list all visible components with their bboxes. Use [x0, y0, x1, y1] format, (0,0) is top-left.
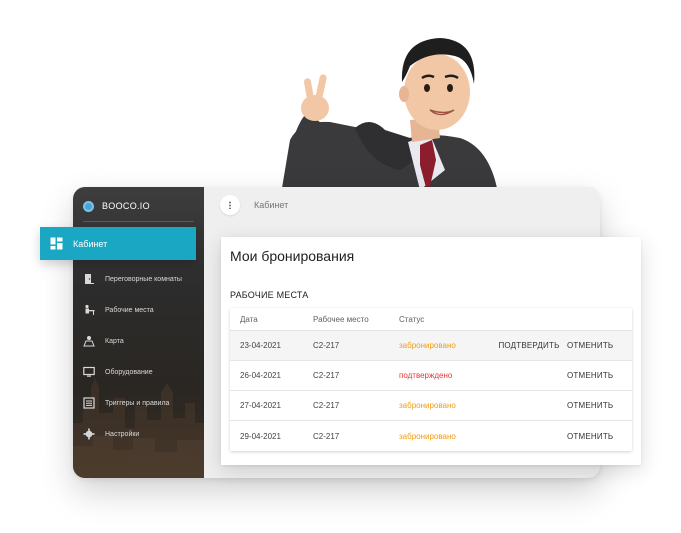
breadcrumb: Кабинет: [254, 200, 289, 210]
sidebar-item-label: Переговорные комнаты: [105, 275, 182, 283]
top-bar: Кабинет: [204, 187, 600, 223]
map-icon: [83, 336, 95, 347]
businessman-illustration: [280, 38, 500, 200]
sidebar-item-label: Оборудование: [105, 368, 153, 376]
booking-date: 23-04-2021: [240, 341, 281, 350]
sidebar-item-label: Настройки: [105, 430, 140, 438]
sidebar-item-triggers[interactable]: Триггеры и правила: [83, 393, 169, 413]
booking-date: 29-04-2021: [240, 431, 281, 441]
cancel-button[interactable]: ОТМЕНИТЬ: [567, 371, 632, 380]
brand[interactable]: BOOCO.IO: [83, 197, 150, 215]
cancel-button[interactable]: ОТМЕНИТЬ: [567, 341, 632, 350]
bookings-table: Дата Рабочее место Статус 23-04-2021 C2-…: [230, 308, 632, 451]
sidebar-item-label: Кабинет: [73, 238, 108, 249]
sidebar-item-workplaces[interactable]: Рабочие места: [83, 300, 154, 320]
confirm-button[interactable]: ПОДТВЕРДИТЬ: [491, 341, 567, 350]
sidebar-item-label: Карта: [105, 337, 124, 345]
column-header-place: Рабочее место: [313, 314, 369, 324]
section-title: РАБОЧИЕ МЕСТА: [230, 290, 309, 300]
booking-date: 27-04-2021: [240, 401, 281, 410]
booking-place: C2-217: [313, 371, 340, 380]
booking-place: C2-217: [313, 401, 340, 410]
booking-place: C2-217: [313, 431, 340, 441]
sidebar-item-settings[interactable]: Настройки: [83, 424, 139, 444]
bookings-card: Мои бронирования РАБОЧИЕ МЕСТА Дата Рабо…: [221, 237, 641, 465]
more-menu-button[interactable]: [220, 195, 240, 215]
dashboard-icon: [50, 237, 63, 250]
column-header-date: Дата: [240, 314, 258, 324]
sidebar-item-cabinet[interactable]: Кабинет: [40, 227, 196, 260]
more-vert-icon: [229, 201, 231, 209]
table-row: 23-04-2021 C2-217 забронировано ПОДТВЕРД…: [230, 331, 632, 361]
status-badge: подтверждено: [399, 371, 453, 380]
sidebar-divider: [83, 221, 194, 222]
table-row: 29-04-2021 C2-217 забронировано ОТМЕНИТЬ: [230, 421, 632, 451]
desk-icon: [85, 304, 95, 315]
status-badge: забронировано: [399, 341, 456, 350]
sidebar-item-meeting-rooms[interactable]: Переговорные комнаты: [83, 269, 182, 289]
status-badge: забронировано: [399, 431, 456, 441]
globe-icon: [83, 200, 94, 212]
booking-date: 26-04-2021: [240, 371, 281, 380]
column-header-status: Статус: [399, 314, 425, 324]
sidebar-item-equipment[interactable]: Оборудование: [83, 362, 153, 382]
page-title: Мои бронирования: [230, 248, 355, 264]
rules-icon: [83, 397, 95, 409]
status-badge: забронировано: [399, 401, 456, 410]
sidebar-item-map[interactable]: Карта: [83, 331, 124, 351]
cancel-button[interactable]: ОТМЕНИТЬ: [567, 432, 632, 441]
sidebar-item-label: Триггеры и правила: [105, 399, 170, 407]
brand-name: BOOCO.IO: [102, 201, 150, 211]
cancel-button[interactable]: ОТМЕНИТЬ: [567, 401, 632, 410]
booking-place: C2-217: [313, 341, 340, 350]
monitor-icon: [83, 366, 95, 377]
table-header: Дата Рабочее место Статус: [230, 308, 632, 331]
table-row: 26-04-2021 C2-217 подтверждено ОТМЕНИТЬ: [230, 361, 632, 391]
door-icon: [85, 274, 94, 284]
table-row: 27-04-2021 C2-217 забронировано ОТМЕНИТЬ: [230, 391, 632, 421]
sidebar-item-label: Рабочие места: [105, 306, 154, 314]
gear-icon: [83, 428, 95, 440]
